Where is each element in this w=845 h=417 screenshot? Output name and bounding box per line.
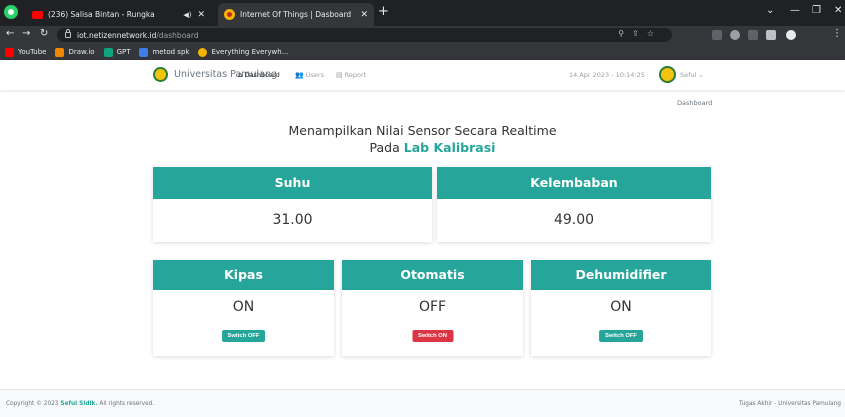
maximize-icon[interactable]: ❐ [812,5,821,16]
copyright-suffix: All rights reserved. [99,401,155,407]
puzzle-icon[interactable] [730,30,740,40]
everything-icon [198,47,208,57]
drawio-icon [55,47,65,57]
bookmarks-bar: YouTube Draw.io GPT metod spk Everything… [0,44,845,60]
tab-title: Internet Of Things | Dasboard [240,10,352,19]
minimize-icon[interactable]: — [790,5,800,16]
forward-icon[interactable]: → [22,28,30,39]
iot-favicon-icon [224,9,235,20]
browser-toolbar: ← → ↻ iot.netizennetwork.id /dashboard ⚲… [0,26,845,44]
menu-icon[interactable]: ⋮ [832,28,842,39]
copyright: Copyright © 2023 Seful Sidik. All rights… [6,401,154,407]
card-kipas: Kipas ON Switch OFF [153,260,334,356]
card-header: Suhu [153,167,432,199]
bookmark-label: Everything Everywh... [211,48,289,56]
copyright-prefix: Copyright © 2023 [6,401,59,407]
metod-spk-icon [139,47,149,57]
tab-title: (236) Salisa Bintan - Rungka [48,10,155,19]
reading-list-icon[interactable] [748,30,758,40]
card-suhu: Suhu 31.00 [153,167,432,242]
bookmark-gpt[interactable]: GPT [103,47,131,57]
bookmark-label: metod spk [152,48,190,56]
lock-icon [65,29,71,38]
nav-item-dashboard[interactable]: ⌂ Dashboard [238,71,280,79]
close-icon[interactable]: ✕ [197,10,205,20]
close-window-icon[interactable]: ✕ [834,5,842,16]
card-dehumidifier: Dehumidifier ON Switch OFF [531,260,711,356]
page-subtitle: Pada Lab Kalibrasi [0,140,845,155]
bookmark-youtube[interactable]: YouTube [5,47,47,57]
card-value: 31.00 [272,212,313,228]
browser-tab-dashboard[interactable]: Internet Of Things | Dasboard ✕ [218,3,374,26]
footer-credit: Tugas Akhir - Universitas Pamulang [738,401,841,407]
user-menu[interactable]: Seful ⌄ [680,71,704,79]
card-otomatis: Otomatis OFF Switch ON [342,260,523,356]
nav-label: Dashboard [244,71,280,79]
browser-tabstrip: (236) Salisa Bintan - Rungka ◀) ✕ Intern… [0,0,845,26]
university-logo-icon [153,67,168,82]
device-state: OFF [418,299,447,315]
device-state: ON [610,299,632,315]
reload-icon[interactable]: ↻ [40,28,48,39]
bookmark-metod-spk[interactable]: metod spk [139,47,190,57]
address-bar[interactable]: iot.netizennetwork.id /dashboard ⚲⇪☆ [57,28,672,42]
zoom-share-star-icons[interactable]: ⚲⇪☆ [618,29,662,38]
bookmark-everything[interactable]: Everything Everywh... [198,47,289,57]
new-tab-icon[interactable]: + [378,4,389,19]
user-avatar[interactable] [659,66,676,83]
extension-icon[interactable] [712,30,722,40]
top-navbar: Universitas Pamulang ⌂ Dashboard 👥 Users… [0,60,845,90]
device-state: ON [232,299,255,315]
switch-on-button[interactable]: Switch ON [412,330,453,342]
card-header: Dehumidifier [531,260,711,290]
card-kelembaban: Kelembaban 49.00 [437,167,711,242]
whatsapp-icon[interactable] [4,5,18,19]
bookmark-label: GPT [116,48,131,56]
bookmark-drawio[interactable]: Draw.io [55,47,95,57]
report-icon: ▤ [336,71,343,79]
footer: Copyright © 2023 Seful Sidik. All rights… [0,389,845,417]
nav-item-report[interactable]: ▤ Report [336,71,366,79]
users-icon: 👥 [295,71,304,79]
card-header: Kelembaban [437,167,711,199]
nav-label: Report [344,71,367,79]
page-title: Menampilkan Nilai Sensor Secara Realtime [288,123,557,138]
page-content: Universitas Pamulang ⌂ Dashboard 👥 Users… [0,60,845,417]
url-path: /dashboard [156,30,199,40]
gpt-icon [103,47,113,57]
speaker-icon[interactable]: ◀) [183,11,191,19]
lab-name: Lab Kalibrasi [403,140,496,155]
subtitle-prefix: Pada [369,140,400,155]
bookmark-label: YouTube [18,48,47,56]
bookmark-label: Draw.io [68,48,95,56]
breadcrumb: Dashboard [677,99,713,107]
youtube-favicon-icon [32,10,43,19]
current-datetime: 14 Apr 2023 - 10:14:25 [569,71,645,79]
author-link[interactable]: Seful Sidik. [60,401,97,407]
chevron-down-icon: ⌄ [698,71,704,79]
user-name: Seful [680,71,697,79]
youtube-icon [5,47,14,57]
url-host: iot.netizennetwork.id [77,30,157,40]
chevron-down-icon[interactable]: ⌄ [766,5,774,16]
browser-tab-youtube[interactable]: (236) Salisa Bintan - Rungka ◀) ✕ [26,3,211,26]
card-header: Otomatis [342,260,523,290]
side-panel-icon[interactable] [766,30,776,40]
home-icon: ⌂ [238,71,243,79]
close-icon[interactable]: ✕ [360,10,368,20]
card-value: 49.00 [553,212,595,228]
back-icon[interactable]: ← [6,28,14,39]
switch-off-button[interactable]: Switch OFF [599,330,643,342]
card-header: Kipas [153,260,334,290]
nav-item-users[interactable]: 👥 Users [295,71,324,79]
nav-label: Users [305,71,324,79]
profile-icon[interactable] [786,30,796,40]
switch-off-button[interactable]: Switch OFF [221,330,266,342]
